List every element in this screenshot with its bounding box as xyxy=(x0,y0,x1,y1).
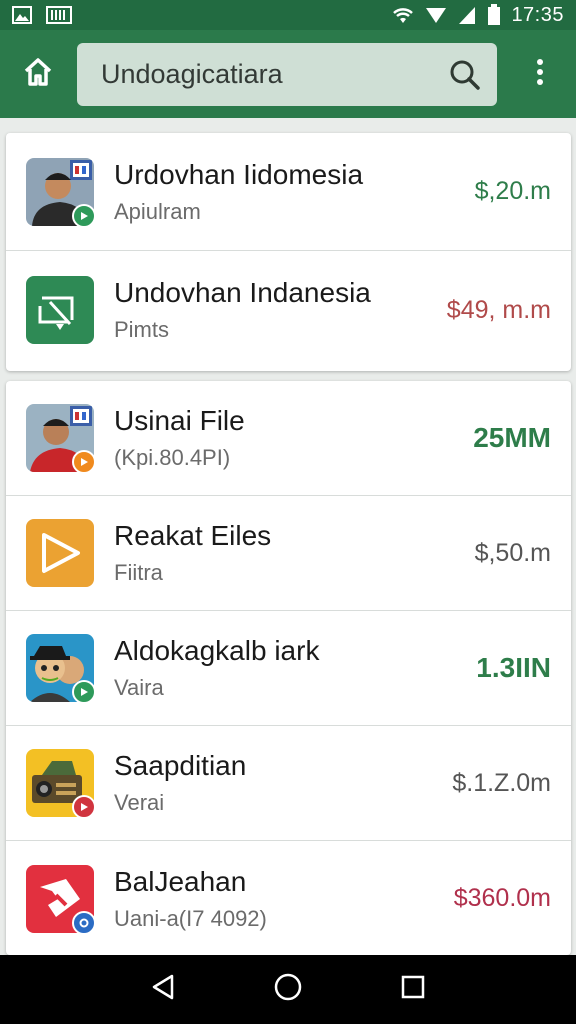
home-icon xyxy=(22,57,54,92)
item-title: Usinai File xyxy=(114,405,245,436)
item-amount: 1.3IIN xyxy=(476,652,551,683)
play-badge-icon xyxy=(72,450,96,474)
status-bar: 17:35 xyxy=(0,0,576,30)
search-icon[interactable] xyxy=(449,59,481,91)
item-amount: $.1.Z.0m xyxy=(452,768,551,797)
item-title: Undovhan Indanesia xyxy=(114,277,371,308)
item-amount: $49, m.m xyxy=(446,295,551,324)
item-subtitle: Pimts xyxy=(114,317,169,342)
overflow-menu-button[interactable] xyxy=(520,30,560,118)
cartoon-avatar-icon xyxy=(26,634,96,704)
home-button[interactable] xyxy=(0,30,76,118)
item-text: Saapditian Verai xyxy=(114,750,246,816)
home-circle-icon xyxy=(273,972,303,1007)
item-text: Usinai File (Kpi.80.4PI) xyxy=(114,405,245,471)
clock: 17:35 xyxy=(511,3,564,26)
more-vert-icon xyxy=(536,58,544,91)
app-bar: Undoagicatiara xyxy=(0,30,576,118)
screen-cast-app-icon xyxy=(26,276,94,344)
item-amount: $360.0m xyxy=(453,884,551,912)
red-app-icon xyxy=(26,864,96,935)
item-amount: 25MM xyxy=(473,422,551,453)
back-button[interactable] xyxy=(138,965,188,1015)
item-subtitle: Verai xyxy=(114,790,165,815)
item-text: Reakat Eiles Fiitra xyxy=(114,520,271,586)
signal-icon xyxy=(425,5,447,25)
signal-bars-icon xyxy=(457,5,477,25)
item-text: BalJeahan Uani-a(I7 4092) xyxy=(114,866,267,932)
recents-icon xyxy=(400,974,426,1005)
play-badge-icon xyxy=(72,795,96,819)
circle-badge-icon xyxy=(72,910,96,935)
person-photo-icon xyxy=(26,157,96,228)
search-box[interactable]: Undoagicatiara xyxy=(77,43,497,106)
list-item[interactable]: Urdovhan Iidomesia Apiulram $,20.m xyxy=(6,133,571,251)
navigation-bar xyxy=(0,955,576,1024)
item-amount: $,50.m xyxy=(474,538,551,567)
list-card: Usinai File (Kpi.80.4PI) 25MM Reakat Eil… xyxy=(6,381,571,955)
play-badge-icon xyxy=(72,203,96,228)
item-title: Reakat Eiles xyxy=(114,520,272,551)
list-card: Urdovhan Iidomesia Apiulram $,20.m Undov… xyxy=(6,133,571,371)
radio-app-icon xyxy=(26,749,96,819)
item-amount: $,20.m xyxy=(474,177,551,205)
item-subtitle: (Kpi.80.4PI) xyxy=(114,445,231,470)
list-item[interactable]: Saapditian Verai $.1.Z.0m xyxy=(6,726,571,841)
wifi-icon xyxy=(391,5,415,25)
list-item[interactable]: Aldokagkalb iark Vaira 1.3IIN xyxy=(6,611,571,726)
item-subtitle: Apiulram xyxy=(114,198,201,224)
item-title: Saapditian xyxy=(114,750,247,781)
home-nav-button[interactable] xyxy=(263,965,313,1015)
item-subtitle: Uani-a(I7 4092) xyxy=(114,905,267,931)
item-text: Aldokagkalb iark Vaira xyxy=(114,635,319,701)
play-app-icon xyxy=(26,519,94,587)
list-item[interactable]: BalJeahan Uani-a(I7 4092) $360.0m xyxy=(6,841,571,955)
item-subtitle: Vaira xyxy=(114,675,164,700)
barcode-icon xyxy=(46,6,72,24)
image-icon xyxy=(12,6,32,24)
battery-icon xyxy=(487,4,501,26)
item-text: Urdovhan Iidomesia Apiulram xyxy=(114,159,363,225)
person-photo-icon xyxy=(26,404,96,474)
item-title: BalJeahan xyxy=(114,865,247,897)
recents-button[interactable] xyxy=(388,965,438,1015)
item-title: Urdovhan Iidomesia xyxy=(114,158,364,190)
search-input[interactable]: Undoagicatiara xyxy=(101,59,449,90)
item-title: Aldokagkalb iark xyxy=(114,635,320,666)
list-item[interactable]: Usinai File (Kpi.80.4PI) 25MM xyxy=(6,381,571,496)
item-text: Undovhan Indanesia Pimts xyxy=(114,277,371,343)
back-icon xyxy=(150,973,176,1006)
item-subtitle: Fiitra xyxy=(114,560,163,585)
play-badge-icon xyxy=(72,680,96,704)
list-item[interactable]: Undovhan Indanesia Pimts $49, m.m xyxy=(6,251,571,369)
list-item[interactable]: Reakat Eiles Fiitra $,50.m xyxy=(6,496,571,611)
